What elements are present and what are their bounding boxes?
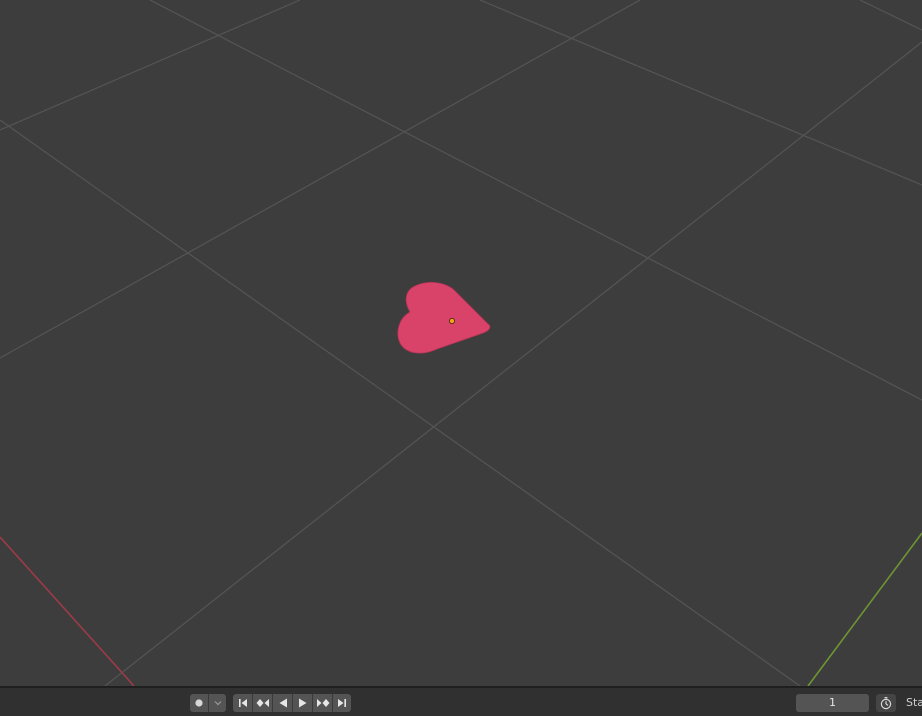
next-keyframe-icon xyxy=(316,699,329,707)
keying-options-dropdown[interactable] xyxy=(208,694,226,712)
x-axis-line xyxy=(0,536,135,686)
current-frame-field[interactable]: 1 xyxy=(796,694,869,712)
jump-start-icon xyxy=(238,699,247,707)
heart-object[interactable] xyxy=(397,282,491,354)
y-axis-line xyxy=(807,532,922,686)
prev-keyframe-icon xyxy=(256,699,269,707)
record-dot-icon xyxy=(195,699,203,707)
auto-keying-button[interactable] xyxy=(190,694,208,712)
jump-to-start-button[interactable] xyxy=(233,694,252,712)
floor-grid xyxy=(0,0,922,686)
object-origin-icon xyxy=(449,318,455,324)
next-keyframe-button[interactable] xyxy=(312,694,332,712)
jump-to-end-button[interactable] xyxy=(332,694,351,712)
play-button[interactable] xyxy=(292,694,312,712)
prev-keyframe-button[interactable] xyxy=(252,694,272,712)
play-reverse-button[interactable] xyxy=(272,694,292,712)
preview-range-toggle[interactable] xyxy=(876,694,896,712)
play-icon xyxy=(298,698,306,708)
3d-viewport[interactable] xyxy=(0,0,922,686)
viewport-canvas[interactable] xyxy=(0,0,922,686)
stopwatch-icon xyxy=(880,697,892,710)
play-reverse-icon xyxy=(279,698,287,708)
blender-window: 1 Start xyxy=(0,0,922,716)
timeline-header: 1 Start xyxy=(0,686,922,716)
start-frame-label[interactable]: Start xyxy=(906,694,922,712)
chevron-down-icon xyxy=(214,701,221,706)
jump-end-icon xyxy=(338,699,346,707)
